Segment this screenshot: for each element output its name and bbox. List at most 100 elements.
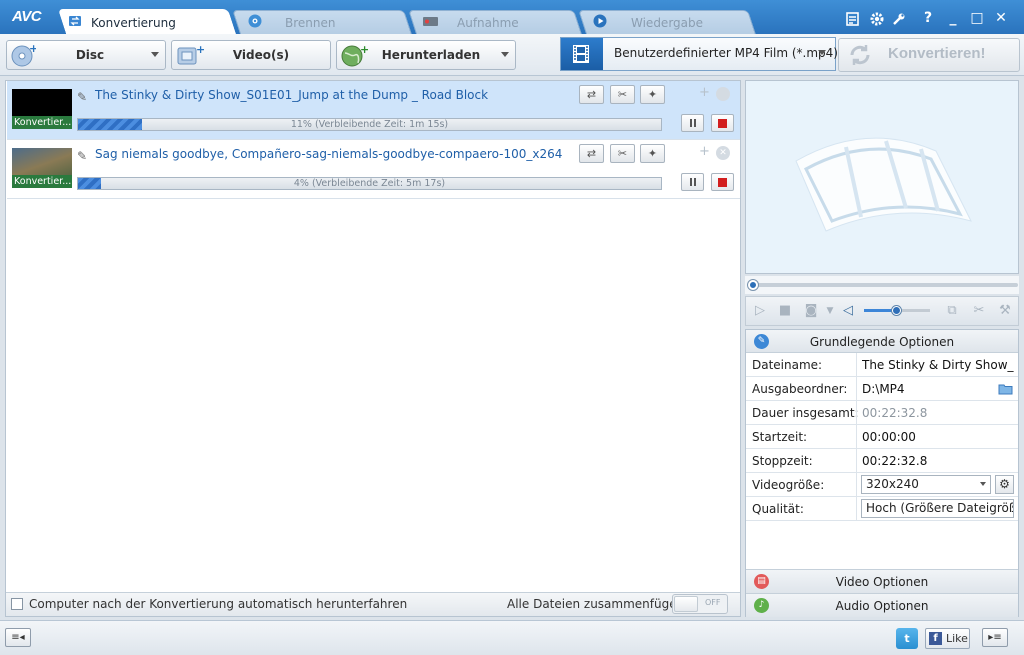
basic-options-title: Grundlegende Optionen [809, 335, 955, 349]
option-key: Startzeit: [752, 430, 808, 444]
pause-icon [690, 119, 692, 127]
tab-wiedergabe-label: Wiedergabe [631, 16, 704, 30]
facebook-icon: f [929, 632, 942, 645]
start-time-value[interactable]: 00:00:00 [862, 430, 1014, 444]
merge-label: Alle Dateien zusammenfügen [507, 597, 685, 611]
shutdown-checkbox[interactable] [11, 598, 23, 610]
volume-handle[interactable] [892, 306, 901, 315]
burn-disc-icon [248, 14, 262, 28]
download-dropdown-caret[interactable] [501, 52, 509, 57]
format-dropdown-caret[interactable] [818, 50, 826, 55]
seek-track[interactable] [750, 283, 1018, 287]
audio-options-section[interactable]: ♪ Audio Optionen [746, 593, 1018, 617]
status-bar [0, 620, 1024, 655]
option-row-output-folder: Ausgabeordner: D:\MP4 [746, 377, 1018, 401]
edit-title-pencil-icon[interactable]: ✎ [77, 149, 87, 163]
stop-icon [718, 119, 727, 128]
refresh-icon [850, 45, 870, 65]
add-video-label: Video(s) [232, 48, 290, 62]
video-options-section[interactable]: ▤ Video Optionen [746, 569, 1018, 593]
folder-icon[interactable] [998, 383, 1013, 395]
list-item[interactable]: Konvertier... ✎ The Stinky & Dirty Show_… [7, 81, 740, 140]
tools-wrench-icon[interactable] [891, 11, 907, 27]
video-thumbnail: Konvertier... [12, 148, 72, 188]
film-icon: + [177, 43, 204, 65]
option-key: Videogröße: [752, 478, 825, 492]
option-row-start-time: Startzeit: 00:00:00 [746, 425, 1018, 449]
disc-dropdown-caret[interactable] [151, 52, 159, 57]
progress-text: 4% (Verbleibende Zeit: 5m 17s) [293, 178, 446, 189]
pause-icon [690, 178, 692, 186]
item-title[interactable]: Sag niemals goodbye, Compañero-sag-niema… [95, 147, 562, 161]
merge-toggle-state: OFF [705, 598, 721, 607]
globe-icon: + [341, 43, 368, 67]
snapshot-camera-icon[interactable]: ◙ [803, 303, 819, 319]
crop-icon[interactable]: ⧉ [944, 303, 960, 319]
stop-preview-icon[interactable]: ■ [777, 303, 793, 319]
cut-scissors-icon[interactable]: ✂ [610, 85, 635, 104]
option-row-quality: Qualität: Hoch (Größere Dateigröße) [746, 497, 1018, 521]
toggle-left-panel-button[interactable]: ≡◂ [5, 628, 31, 647]
add-output-plus-icon[interactable]: + [699, 85, 710, 100]
thumbnail-status: Konvertier... [12, 116, 72, 129]
convert-settings-icon[interactable]: ⇄ [579, 85, 604, 104]
merge-toggle-knob[interactable] [674, 596, 698, 612]
film-reel-placeholder-icon [795, 137, 972, 232]
minimize-icon[interactable]: _ [944, 9, 962, 27]
effects-wand-icon[interactable]: ✦ [640, 85, 665, 104]
video-size-caret[interactable] [980, 482, 986, 486]
option-key: Dateiname: [752, 358, 823, 372]
list-item[interactable]: Konvertier... ✎ Sag niemals goodbye, Com… [7, 140, 740, 199]
trim-scissors-icon[interactable]: ✂ [971, 303, 987, 319]
option-key: Ausgabeordner: [752, 382, 848, 396]
close-icon[interactable]: ✕ [992, 9, 1010, 27]
output-format-label: Benutzerdefinierter MP4 Film (*.mp4) [614, 46, 838, 60]
option-key: Dauer insgesamt: [752, 406, 859, 420]
progress-text: 11% (Verbleibende Zeit: 1m 15s) [290, 119, 449, 130]
stop-button[interactable] [711, 173, 734, 191]
add-output-plus-icon[interactable]: + [699, 144, 710, 159]
twitter-icon[interactable]: t [896, 628, 918, 649]
item-status-icon [716, 87, 730, 101]
play-circle-icon [593, 14, 607, 28]
video-size-select[interactable]: 320x240 [861, 475, 991, 494]
svg-text:+: + [196, 43, 204, 56]
app-logo: AVC [12, 8, 42, 25]
edit-title-pencil-icon[interactable]: ✎ [77, 90, 87, 104]
facebook-like-label: Like [946, 632, 968, 645]
quality-select[interactable]: Hoch (Größere Dateigröße) [861, 499, 1014, 518]
pause-button[interactable] [681, 114, 704, 132]
maximize-icon[interactable]: □ [968, 9, 986, 27]
stop-button[interactable] [711, 114, 734, 132]
seek-handle[interactable] [748, 280, 758, 290]
stop-icon [718, 178, 727, 187]
volume-icon[interactable]: ◁ [840, 303, 856, 319]
convert-tab-icon [69, 16, 81, 26]
list-menu-icon[interactable] [846, 11, 862, 27]
output-folder-value[interactable]: D:\MP4 [862, 382, 1014, 396]
option-row-stop-time: Stoppzeit: 00:22:32.8 [746, 449, 1018, 473]
option-row-video-size: Videogröße: 320x240 ⚙ [746, 473, 1018, 497]
disc-icon: + [11, 43, 36, 67]
cut-scissors-icon[interactable]: ✂ [610, 144, 635, 163]
progress-bar: 11% (Verbleibende Zeit: 1m 15s) [77, 118, 662, 131]
snapshot-dropdown-icon[interactable]: ▼ [822, 303, 838, 319]
play-icon[interactable]: ▷ [752, 303, 768, 319]
pause-button[interactable] [681, 173, 704, 191]
help-icon[interactable]: ? [919, 9, 937, 27]
tab-brennen-label: Brennen [285, 16, 336, 30]
effects-wand-icon[interactable]: ✦ [640, 144, 665, 163]
remove-item-icon[interactable]: ✕ [716, 146, 730, 160]
settings-gear-icon[interactable] [869, 11, 885, 27]
svg-text:+: + [29, 43, 36, 55]
audio-options-label: Audio Optionen [835, 599, 929, 613]
tools-icon[interactable]: ⚒ [997, 303, 1013, 319]
video-size-gear-icon[interactable]: ⚙ [995, 475, 1014, 494]
download-label: Herunterladen [381, 48, 481, 62]
toggle-right-panel-button[interactable]: ▸≡ [982, 628, 1008, 647]
convert-settings-icon[interactable]: ⇄ [579, 144, 604, 163]
stop-time-value[interactable]: 00:22:32.8 [862, 454, 1014, 468]
item-title[interactable]: The Stinky & Dirty Show_S01E01_Jump at t… [95, 88, 488, 102]
option-row-duration: Dauer insgesamt: 00:22:32.8 [746, 401, 1018, 425]
filename-value[interactable]: The Stinky & Dirty Show_S... [862, 358, 1014, 372]
